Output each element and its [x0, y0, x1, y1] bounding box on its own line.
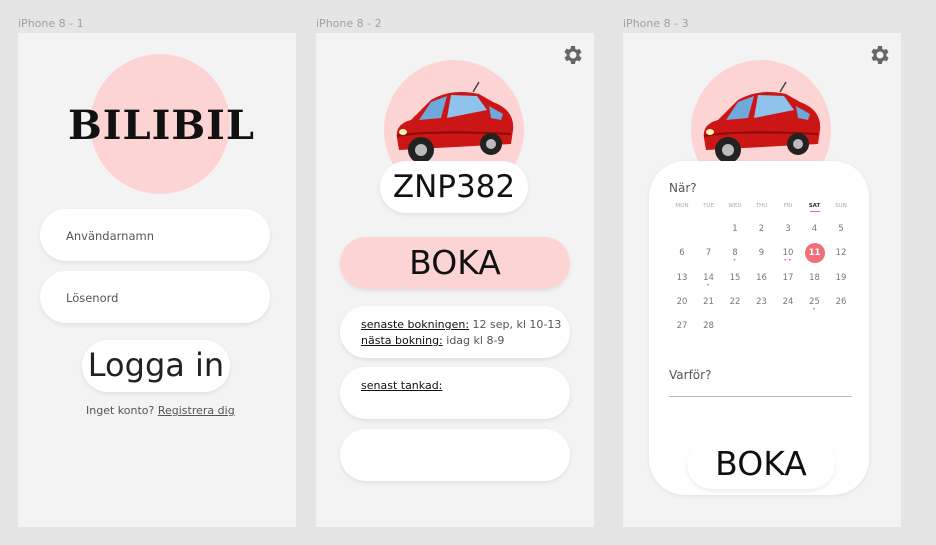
empty-card — [340, 429, 570, 481]
weekday-thu: THU — [755, 203, 768, 209]
home-screen: ZNP382 BOKA senaste bokningen: 12 sep, k… — [316, 33, 594, 527]
calendar-day[interactable]: 4 — [804, 224, 826, 234]
weekday-tue: TUE — [703, 203, 714, 209]
calendar-day[interactable]: 9 — [751, 248, 773, 258]
calendar-day[interactable]: 3 — [777, 224, 799, 234]
gear-icon[interactable] — [868, 43, 892, 67]
calendar-day[interactable]: 22 — [724, 297, 746, 307]
book-button[interactable]: BOKA — [340, 237, 570, 289]
event-dot: • — [732, 257, 738, 265]
calendar-day[interactable]: 7 — [698, 248, 720, 258]
license-plate: ZNP382 — [380, 161, 528, 213]
calendar-day[interactable]: 6 — [671, 248, 693, 258]
username-placeholder: Användarnamn — [66, 229, 154, 243]
weekday-wed: WED — [728, 203, 742, 209]
calendar-day[interactable]: 18 — [804, 273, 826, 283]
weekday-sat: SAT — [808, 203, 821, 209]
login-button[interactable]: Logga in — [82, 340, 230, 392]
calendar-day[interactable]: 20 — [671, 297, 693, 307]
car-icon — [703, 81, 821, 163]
selected-weekday-underline — [809, 211, 820, 212]
password-field[interactable]: Lösenord — [40, 271, 270, 323]
weekday-sun: SUN — [835, 203, 847, 209]
last-fuel-label: senast tankad: — [361, 379, 443, 392]
calendar-day[interactable]: 24 — [777, 297, 799, 307]
calendar-day[interactable]: 28 — [698, 321, 720, 331]
no-account-text: Inget konto? — [86, 404, 155, 417]
when-label: När? — [669, 181, 697, 195]
weekday-fri: FRI — [783, 203, 793, 209]
calendar-day[interactable]: 26 — [830, 297, 852, 307]
app-logo: BILIBIL — [68, 102, 255, 149]
event-dot: • — [812, 305, 817, 313]
login-screen: BILIBIL Användarnamn Lösenord Logga in I… — [18, 33, 296, 527]
frame-label-2: iPhone 8 - 2 — [316, 17, 382, 30]
gear-icon[interactable] — [561, 43, 585, 67]
event-dot: •• — [783, 257, 793, 265]
next-booking-line: nästa bokning: idag kl 8-9 — [361, 334, 504, 347]
next-booking-value: idag kl 8-9 — [446, 334, 505, 347]
calendar-day[interactable]: 13 — [671, 273, 693, 283]
username-field[interactable]: Användarnamn — [40, 209, 270, 261]
frame-label-3: iPhone 8 - 3 — [623, 17, 689, 30]
confirm-book-button[interactable]: BOKA — [687, 439, 835, 489]
signup-prompt: Inget konto? Registrera dig — [86, 404, 235, 417]
event-dot: • — [706, 281, 711, 289]
fuel-info-card: senast tankad: — [340, 367, 570, 419]
car-icon — [396, 81, 514, 163]
calendar-day[interactable]: 21 — [698, 297, 720, 307]
frame-label-1: iPhone 8 - 1 — [18, 17, 84, 30]
calendar-day[interactable]: 2 — [751, 224, 773, 234]
last-booking-value: 12 sep, kl 10-13 — [472, 318, 562, 331]
booking-screen: När? MON TUE WED THU FRI SAT SUN 1 2 3 4 5 6 7 8 • 9 10 ••… — [623, 33, 901, 527]
password-placeholder: Lösenord — [66, 291, 119, 305]
last-fuel-line: senast tankad: — [361, 379, 442, 392]
calendar-day[interactable]: 15 — [724, 273, 746, 283]
calendar-day[interactable]: 5 — [830, 224, 852, 234]
calendar-day[interactable]: 17 — [777, 273, 799, 283]
why-label: Varför? — [669, 368, 712, 382]
register-link[interactable]: Registrera dig — [158, 404, 235, 417]
next-booking-label: nästa bokning: — [361, 334, 443, 347]
calendar-day[interactable]: 23 — [751, 297, 773, 307]
calendar-day[interactable]: 11 — [804, 248, 826, 258]
booking-info-card: senaste bokningen: 12 sep, kl 10-13 näst… — [340, 306, 570, 358]
last-booking-line: senaste bokningen: 12 sep, kl 10-13 — [361, 318, 561, 331]
calendar-day[interactable]: 16 — [751, 273, 773, 283]
booking-card: När? MON TUE WED THU FRI SAT SUN 1 2 3 4 5 6 7 8 • 9 10 ••… — [649, 161, 869, 495]
weekday-mon: MON — [675, 203, 689, 209]
calendar-day[interactable]: 19 — [830, 273, 852, 283]
why-input-line[interactable] — [669, 396, 852, 397]
calendar-day[interactable]: 1 — [724, 224, 746, 234]
calendar-day[interactable]: 12 — [830, 248, 852, 258]
calendar-day[interactable]: 27 — [671, 321, 693, 331]
last-booking-label: senaste bokningen: — [361, 318, 470, 331]
